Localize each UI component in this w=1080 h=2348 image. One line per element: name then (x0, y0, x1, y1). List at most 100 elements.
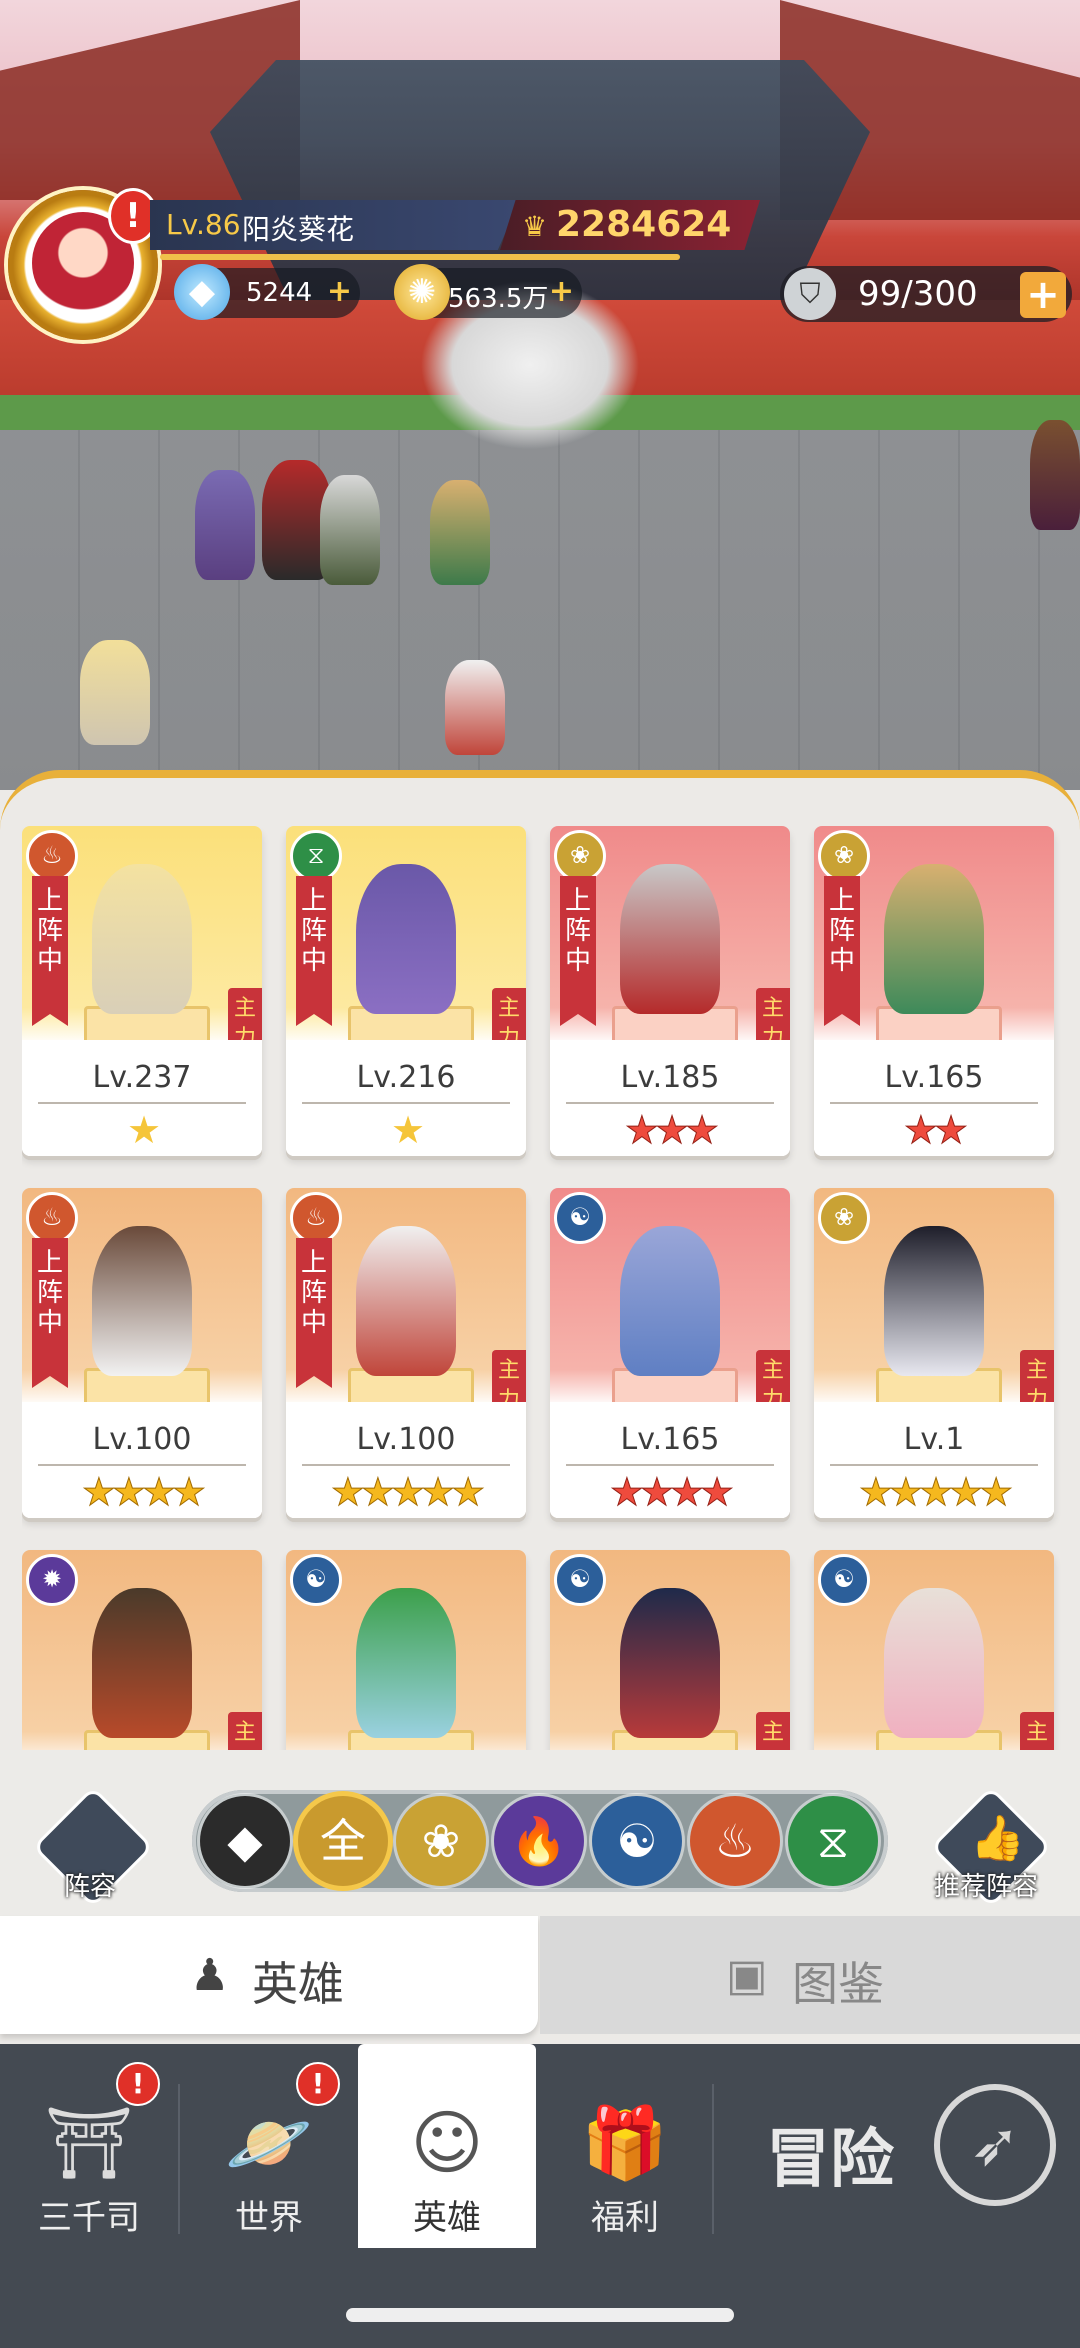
hero-sprite (620, 864, 720, 1014)
hero-card[interactable]: ♨ 上阵中 主力 Lv.100 ★★★★★ (286, 1188, 526, 1518)
combat-power-value: 2284624 (556, 204, 732, 245)
on-team-banner: 上阵中 (824, 876, 860, 1026)
on-team-banner: 上阵中 (296, 876, 332, 1026)
hero-sprite (92, 1226, 192, 1376)
fire-filter-button[interactable]: 🔥 (494, 1796, 584, 1886)
dna-faction-icon: ⧖ (290, 830, 342, 882)
hero-sprite (884, 1588, 984, 1738)
nav-adventure[interactable]: 冒险 ➶ (720, 2044, 1080, 2254)
add-diamond-button[interactable]: + (327, 274, 352, 309)
alert-badge: ! (296, 2062, 340, 2106)
hero-level: Lv.216 (356, 1060, 456, 1095)
nav-divider (712, 2084, 714, 2234)
hero-card[interactable]: ♨ 上阵中 主力 Lv.237 ★ (22, 826, 262, 1156)
all-filter-button[interactable]: 全 (298, 1796, 388, 1886)
tank-filter-button[interactable]: ◆ (200, 1796, 290, 1886)
diamond-value: 5244 (246, 278, 313, 308)
hero-card[interactable]: ✹ 主 (22, 1550, 262, 1750)
alert-badge: ! (116, 2062, 160, 2106)
lotus-faction-icon: ❀ (818, 830, 870, 882)
nav-sanqiansi[interactable]: ⛩ ! 三千司 (0, 2044, 178, 2254)
power-icon: ♛ (522, 210, 548, 243)
hero-sprite (356, 1588, 456, 1738)
player-level: Lv.86 (166, 208, 241, 241)
player-name-bar: Lv.86 阳炎葵花 (150, 200, 520, 250)
tab-atlas[interactable]: ▣ 图鉴 (540, 1916, 1080, 2034)
hero-card[interactable]: ☯ (286, 1550, 526, 1750)
thumbs-up-icon: 👍 (970, 1813, 1025, 1864)
home-indicator[interactable] (346, 2308, 734, 2322)
lotus-filter-button[interactable]: ❀ (396, 1796, 486, 1886)
yinyang-faction-icon: ☯ (290, 1554, 342, 1606)
star-rating: ★★★ (624, 1108, 719, 1153)
add-stamina-button[interactable]: + (1020, 272, 1066, 318)
planet-icon: 🪐 (225, 2102, 313, 2184)
hero-grid[interactable]: ♨ 上阵中 主力 Lv.237 ★ ⧖ 上阵中 主力 Lv.216 ★ ❀ 上阵中 主力 Lv.185 ★★… (22, 826, 1062, 1750)
hero-card[interactable]: ☯ 主 (814, 1550, 1054, 1750)
star-rating: ★★★★★ (858, 1470, 1013, 1515)
formation-label: 阵容 (63, 1872, 116, 1902)
card-divider (566, 1464, 774, 1466)
hero-level: Lv.100 (356, 1422, 456, 1457)
enemy-sprite (1030, 420, 1080, 530)
tab-heroes[interactable]: ♟ 英雄 (0, 1916, 538, 2034)
nav-label: 世界 (235, 2198, 303, 2238)
monk-faction-icon: ♨ (26, 1192, 78, 1244)
party-sprite (195, 470, 255, 580)
monk-filter-button[interactable]: ♨ (690, 1796, 780, 1886)
temple-icon: ⛩ (44, 2102, 134, 2184)
nav-world[interactable]: 🪐 ! 世界 (180, 2044, 358, 2254)
recommended-formation-button[interactable]: 👍 推荐阵容 (926, 1786, 1052, 1908)
hero-head-icon: ☺ (410, 2102, 484, 2184)
hero-level: Lv.165 (884, 1060, 984, 1095)
hero-card[interactable]: ❀ 上阵中 主力 Lv.185 ★★★ (550, 826, 790, 1156)
card-divider (830, 1102, 1038, 1104)
gift-box-icon: 🎁 (581, 2102, 669, 2184)
yinyang-faction-icon: ☯ (818, 1554, 870, 1606)
adventure-label: 冒险 (766, 2123, 894, 2197)
formation-button[interactable]: 阵容 (32, 1786, 154, 1908)
fire-filter-icon: 🔥 (510, 1814, 568, 1868)
on-team-banner: 上阵中 (32, 876, 68, 1026)
combat-power-bar: ♛ 2284624 (500, 200, 760, 250)
temple-roof (210, 60, 870, 300)
hero-card[interactable]: ♨ 上阵中 Lv.100 ★★★★ (22, 1188, 262, 1518)
hero-sprite (92, 864, 192, 1014)
hero-sprite (356, 1226, 456, 1376)
yinyang-filter-icon: ☯ (616, 1814, 658, 1868)
stamina-icon: ⛉ (784, 268, 836, 320)
nav-welfare[interactable]: 🎁 福利 (536, 2044, 714, 2254)
monk-faction-icon: ♨ (290, 1192, 342, 1244)
bottom-nav: ⛩ ! 三千司 🪐 ! 世界 ☺ 英雄 🎁 福利 冒险 ➶ (0, 2044, 1080, 2348)
hero-silhouette-icon: ♟ (190, 1950, 230, 2001)
recommended-formation-label: 推荐阵容 (933, 1872, 1038, 1902)
battle-scene (0, 0, 1080, 790)
hero-tabs: ♟ 英雄 ▣ 图鉴 (0, 1916, 1080, 2044)
on-team-banner: 上阵中 (560, 876, 596, 1026)
hero-card[interactable]: ☯ 主 (550, 1550, 790, 1750)
party-sprite (80, 640, 150, 745)
hero-sprite (356, 864, 456, 1014)
hero-sprite (92, 1588, 192, 1738)
main-force-tag: 主 (756, 1712, 790, 1750)
hero-card[interactable]: ☯ 主力 Lv.165 ★★★★ (550, 1188, 790, 1518)
nav-label: 三千司 (38, 2198, 140, 2238)
all-filter-icon: 全 (320, 1814, 366, 1868)
player-avatar[interactable]: ! (8, 188, 158, 340)
card-divider (830, 1464, 1038, 1466)
hero-card[interactable]: ⧖ 上阵中 主力 Lv.216 ★ (286, 826, 526, 1156)
dna-filter-button[interactable]: ⧖ (788, 1796, 878, 1886)
monk-faction-icon: ♨ (26, 830, 78, 882)
yinyang-filter-button[interactable]: ☯ (592, 1796, 682, 1886)
dna-filter-icon: ⧖ (816, 1814, 850, 1868)
nav-heroes[interactable]: ☺ 英雄 (358, 2044, 536, 2254)
hero-card[interactable]: ❀ 主力 Lv.1 ★★★★★ (814, 1188, 1054, 1518)
yinyang-faction-icon: ☯ (554, 1554, 606, 1606)
yinyang-faction-icon: ☯ (554, 1192, 606, 1244)
hero-sprite (884, 1226, 984, 1376)
add-gold-button[interactable]: + (549, 274, 574, 309)
on-team-banner: 上阵中 (32, 1238, 68, 1388)
fire-faction-icon: ✹ (26, 1554, 78, 1606)
hero-card[interactable]: ❀ 上阵中 Lv.165 ★★ (814, 826, 1054, 1156)
tab-heroes-label: 英雄 (252, 1957, 344, 2011)
